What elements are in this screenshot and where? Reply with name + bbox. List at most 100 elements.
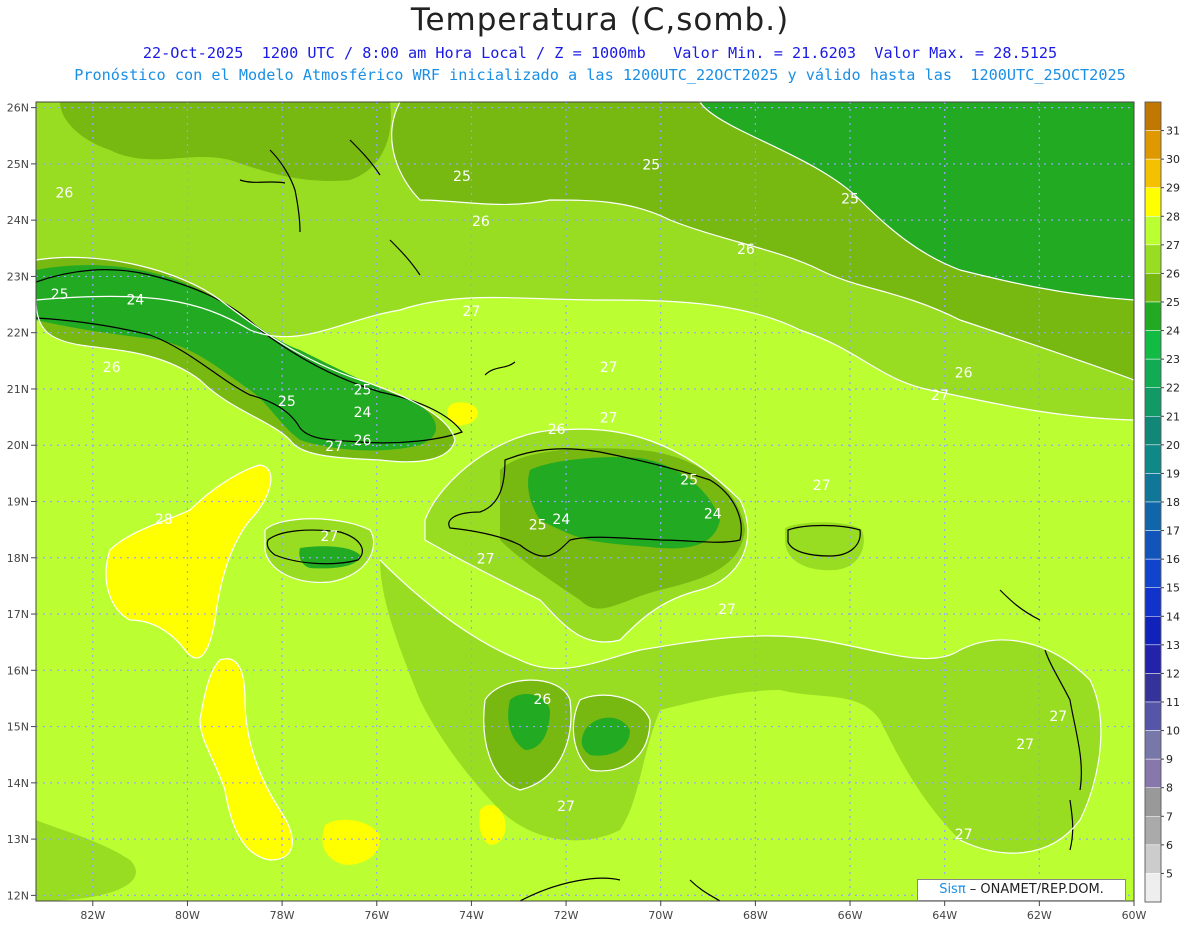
y-tick-label: 18N [7, 552, 29, 565]
colorbar-swatch [1144, 358, 1162, 388]
contour-label: 25 [278, 394, 296, 410]
x-tick-label: 74W [459, 909, 484, 922]
x-tick-label: 68W [743, 909, 768, 922]
colorbar-label: 21 [1166, 410, 1180, 423]
contour-label: 27 [600, 411, 618, 427]
colorbar-label: 11 [1166, 696, 1180, 709]
colorbar-swatch [1144, 101, 1162, 131]
contour-label: 27 [477, 551, 495, 567]
x-tick-label: 78W [270, 909, 295, 922]
contour-label: 27 [1016, 737, 1034, 753]
y-tick-label: 22N [7, 327, 29, 340]
colorbar-swatch [1144, 530, 1162, 560]
y-tick-label: 26N [7, 102, 29, 115]
contour-label: 27 [321, 529, 339, 545]
colorbar-swatch [1144, 873, 1162, 903]
colorbar-swatch [1144, 730, 1162, 760]
colorbar-swatch [1144, 387, 1162, 417]
colorbar-swatch [1144, 444, 1162, 474]
colorbar-swatch [1144, 616, 1162, 646]
x-axis: 82W 80W 78W 76W 74W 72W 70W 68W 66W 64W 62W 60W [80, 901, 1147, 922]
colorbar-label: 26 [1166, 267, 1180, 280]
colorbar-swatch [1144, 501, 1162, 531]
colorbar-label: 18 [1166, 496, 1180, 509]
colorbar-swatch [1144, 587, 1162, 617]
x-tick-label: 80W [175, 909, 200, 922]
temperature-map: 26 25 25 26 25 26 25 24 27 26 27 26 25 27 25 24 27 26 27 26… [7, 101, 1180, 922]
y-tick-label: 14N [7, 777, 29, 790]
y-tick-label: 20N [7, 439, 29, 452]
colorbar-swatch [1144, 244, 1162, 274]
colorbar-swatch [1144, 758, 1162, 788]
contour-label: 25 [354, 383, 372, 399]
colorbar-label: 17 [1166, 525, 1180, 538]
contour-label: 24 [704, 506, 722, 522]
x-tick-label: 76W [364, 909, 389, 922]
y-tick-label: 15N [7, 721, 29, 734]
colorbar-swatch [1144, 701, 1162, 731]
colorbar-swatch [1144, 473, 1162, 503]
contour-label: 26 [737, 242, 755, 258]
colorbar-swatch [1144, 130, 1162, 160]
colorbar-label: 30 [1166, 153, 1180, 166]
contour-label: 27 [600, 360, 618, 376]
colorbar-label: 13 [1166, 639, 1180, 652]
colorbar-label: 6 [1166, 839, 1173, 852]
contour-label: 27 [931, 388, 949, 404]
y-tick-label: 19N [7, 496, 29, 509]
x-tick-label: 64W [932, 909, 957, 922]
contour-label: 24 [354, 405, 372, 421]
contour-label: 26 [533, 692, 551, 708]
x-tick-label: 72W [554, 909, 579, 922]
colorbar-label: 16 [1166, 553, 1180, 566]
colorbar-label: 5 [1166, 867, 1173, 880]
contour-label: 25 [51, 287, 69, 303]
colorbar-label: 31 [1166, 125, 1180, 138]
contour-label: 25 [841, 191, 859, 207]
colorbar-swatch [1144, 844, 1162, 874]
contour-label: 26 [55, 186, 73, 202]
colorbar-swatch [1144, 673, 1162, 703]
y-tick-label: 12N [7, 889, 29, 902]
colorbar-swatch [1144, 216, 1162, 246]
y-tick-label: 24N [7, 214, 29, 227]
colorbar-label: 15 [1166, 582, 1180, 595]
contour-label: 27 [813, 478, 831, 494]
colorbar-label: 20 [1166, 439, 1180, 452]
contour-label: 25 [680, 473, 698, 489]
colorbar: 31 30 29 28 27 26 25 24 23 22 21 20 19 18 17 16 15 14 13 12… [1144, 101, 1180, 903]
colorbar-label: 27 [1166, 239, 1180, 252]
colorbar-label: 7 [1166, 810, 1173, 823]
y-tick-label: 25N [7, 158, 29, 171]
y-tick-label: 23N [7, 270, 29, 283]
contour-label: 26 [955, 366, 973, 382]
colorbar-label: 22 [1166, 382, 1180, 395]
temperature-field [36, 102, 1134, 901]
colorbar-label: 9 [1166, 753, 1173, 766]
x-tick-label: 62W [1027, 909, 1052, 922]
contour-label: 27 [557, 799, 575, 815]
colorbar-label: 25 [1166, 296, 1180, 309]
contour-label: 25 [529, 518, 547, 534]
colorbar-label: 10 [1166, 725, 1180, 738]
colorbar-label: 23 [1166, 353, 1180, 366]
x-tick-label: 82W [80, 909, 105, 922]
x-tick-label: 70W [648, 909, 673, 922]
colorbar-swatch [1144, 787, 1162, 817]
credit-text: – ONAMET/REP.DOM. [965, 882, 1104, 897]
colorbar-label: 29 [1166, 182, 1180, 195]
colorbar-label: 12 [1166, 667, 1180, 680]
y-tick-label: 16N [7, 664, 29, 677]
y-tick-label: 13N [7, 833, 29, 846]
credit-brand: Sisπ [939, 882, 966, 897]
colorbar-swatch [1144, 330, 1162, 360]
contour-label: 27 [1049, 709, 1067, 725]
y-tick-label: 21N [7, 383, 29, 396]
colorbar-swatch [1144, 558, 1162, 588]
colorbar-swatch [1144, 816, 1162, 846]
contour-label: 24 [126, 293, 144, 309]
contour-label: 26 [103, 360, 121, 376]
colorbar-label: 24 [1166, 325, 1180, 338]
colorbar-label: 19 [1166, 467, 1180, 480]
contour-label: 27 [955, 827, 973, 843]
